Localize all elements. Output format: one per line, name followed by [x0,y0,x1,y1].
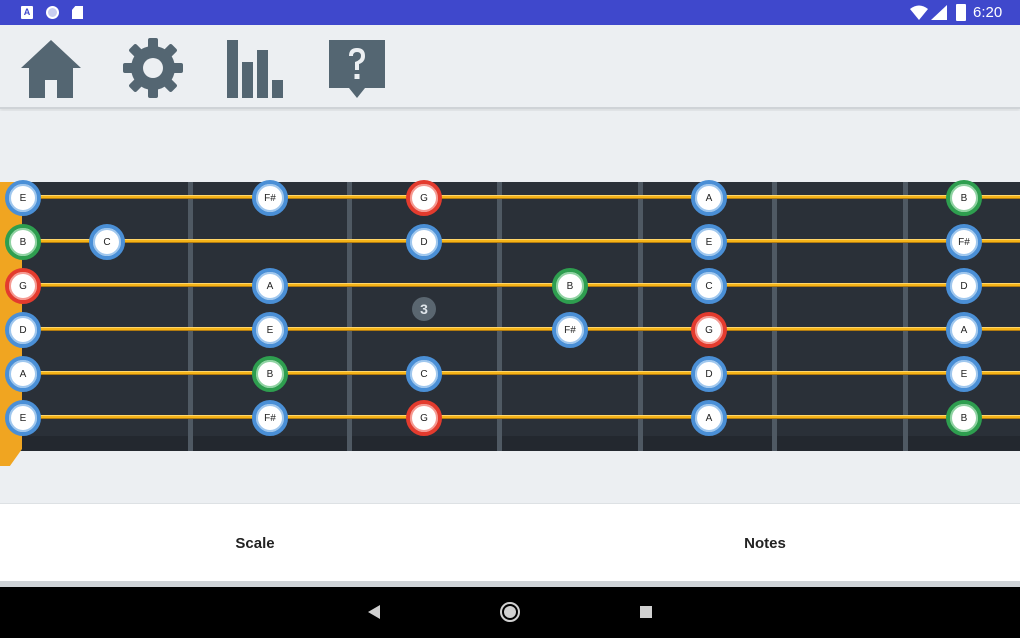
back-button[interactable] [362,600,386,624]
gear-icon [123,38,183,98]
note-marker[interactable]: G [406,180,442,216]
string-5 [22,371,1020,375]
stats-button[interactable] [220,33,290,103]
note-marker[interactable]: F# [252,180,288,216]
note-marker[interactable]: D [406,224,442,260]
fret-3 [497,182,502,451]
circle-icon [46,6,59,19]
note-marker[interactable]: B [5,224,41,260]
note-marker[interactable]: F# [252,400,288,436]
string-3 [22,283,1020,287]
fretboard: 3 E F# G A B B C D E F# G A B C D D E F#… [0,111,1020,501]
string-1 [22,195,1020,199]
fret-1 [188,182,193,451]
help-button[interactable] [322,33,392,103]
note-marker[interactable]: C [406,356,442,392]
note-marker[interactable]: A [252,268,288,304]
note-marker[interactable]: A [691,400,727,436]
note-marker[interactable]: D [5,312,41,348]
fret-2 [347,182,352,451]
home-button[interactable] [16,33,86,103]
settings-button[interactable] [118,33,188,103]
recents-button[interactable] [634,600,658,624]
status-bar: A 6:20 [0,0,1020,25]
bottom-tabs: Scale Notes [0,503,1020,581]
note-marker[interactable]: D [691,356,727,392]
note-marker[interactable]: E [5,180,41,216]
note-marker[interactable]: A [691,180,727,216]
note-marker[interactable]: D [946,268,982,304]
home-icon [21,40,81,98]
sd-card-icon [72,6,83,19]
neck-edge [22,436,1020,451]
note-marker[interactable]: B [552,268,588,304]
fret-number-marker: 3 [412,297,436,321]
toolbar [0,25,1020,109]
help-icon [329,40,385,98]
string-6 [22,415,1020,419]
wifi-icon [910,5,928,20]
note-marker[interactable]: B [252,356,288,392]
signal-icon [931,5,947,20]
bar-chart-icon [227,40,283,98]
back-icon [368,605,380,619]
note-marker[interactable]: E [691,224,727,260]
fret-6 [903,182,908,451]
note-marker[interactable]: A [946,312,982,348]
battery-charging-icon [956,4,966,21]
note-marker[interactable]: C [691,268,727,304]
home-nav-button[interactable] [498,600,522,624]
note-marker[interactable]: C [89,224,125,260]
note-marker[interactable]: G [691,312,727,348]
note-marker[interactable]: B [946,180,982,216]
recents-icon [640,606,652,618]
a-badge-icon: A [21,6,33,19]
note-marker[interactable]: A [5,356,41,392]
string-2 [22,239,1020,243]
fret-4 [638,182,643,451]
tab-notes[interactable]: Notes [510,504,1020,582]
navigation-bar [0,587,1020,638]
note-marker[interactable]: F# [946,224,982,260]
note-marker[interactable]: E [5,400,41,436]
note-marker[interactable]: B [946,400,982,436]
note-marker[interactable]: E [252,312,288,348]
home-circle-icon [500,602,520,622]
fret-5 [772,182,777,451]
note-marker[interactable]: E [946,356,982,392]
tab-scale[interactable]: Scale [0,504,510,582]
string-4 [22,327,1020,331]
guitar-neck [0,182,1020,451]
note-marker[interactable]: G [5,268,41,304]
note-marker[interactable]: G [406,400,442,436]
clock: 6:20 [973,4,1003,21]
note-marker[interactable]: F# [552,312,588,348]
